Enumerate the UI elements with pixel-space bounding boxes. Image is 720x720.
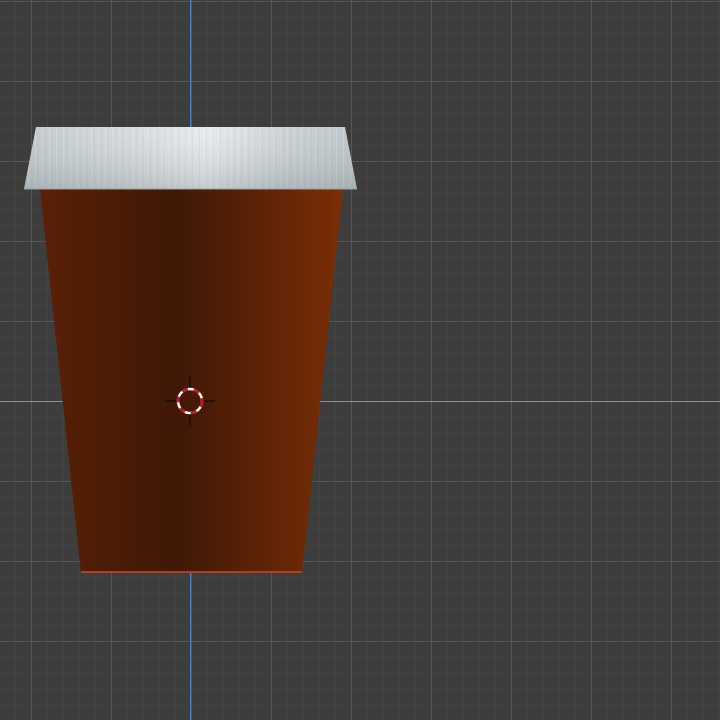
- coffee-cup-object[interactable]: [24, 127, 357, 573]
- 3d-cursor-icon[interactable]: [163, 374, 217, 428]
- scene-canvas[interactable]: [0, 0, 720, 720]
- cup-lid-shade: [24, 127, 357, 189]
- 3d-viewport[interactable]: [0, 0, 720, 720]
